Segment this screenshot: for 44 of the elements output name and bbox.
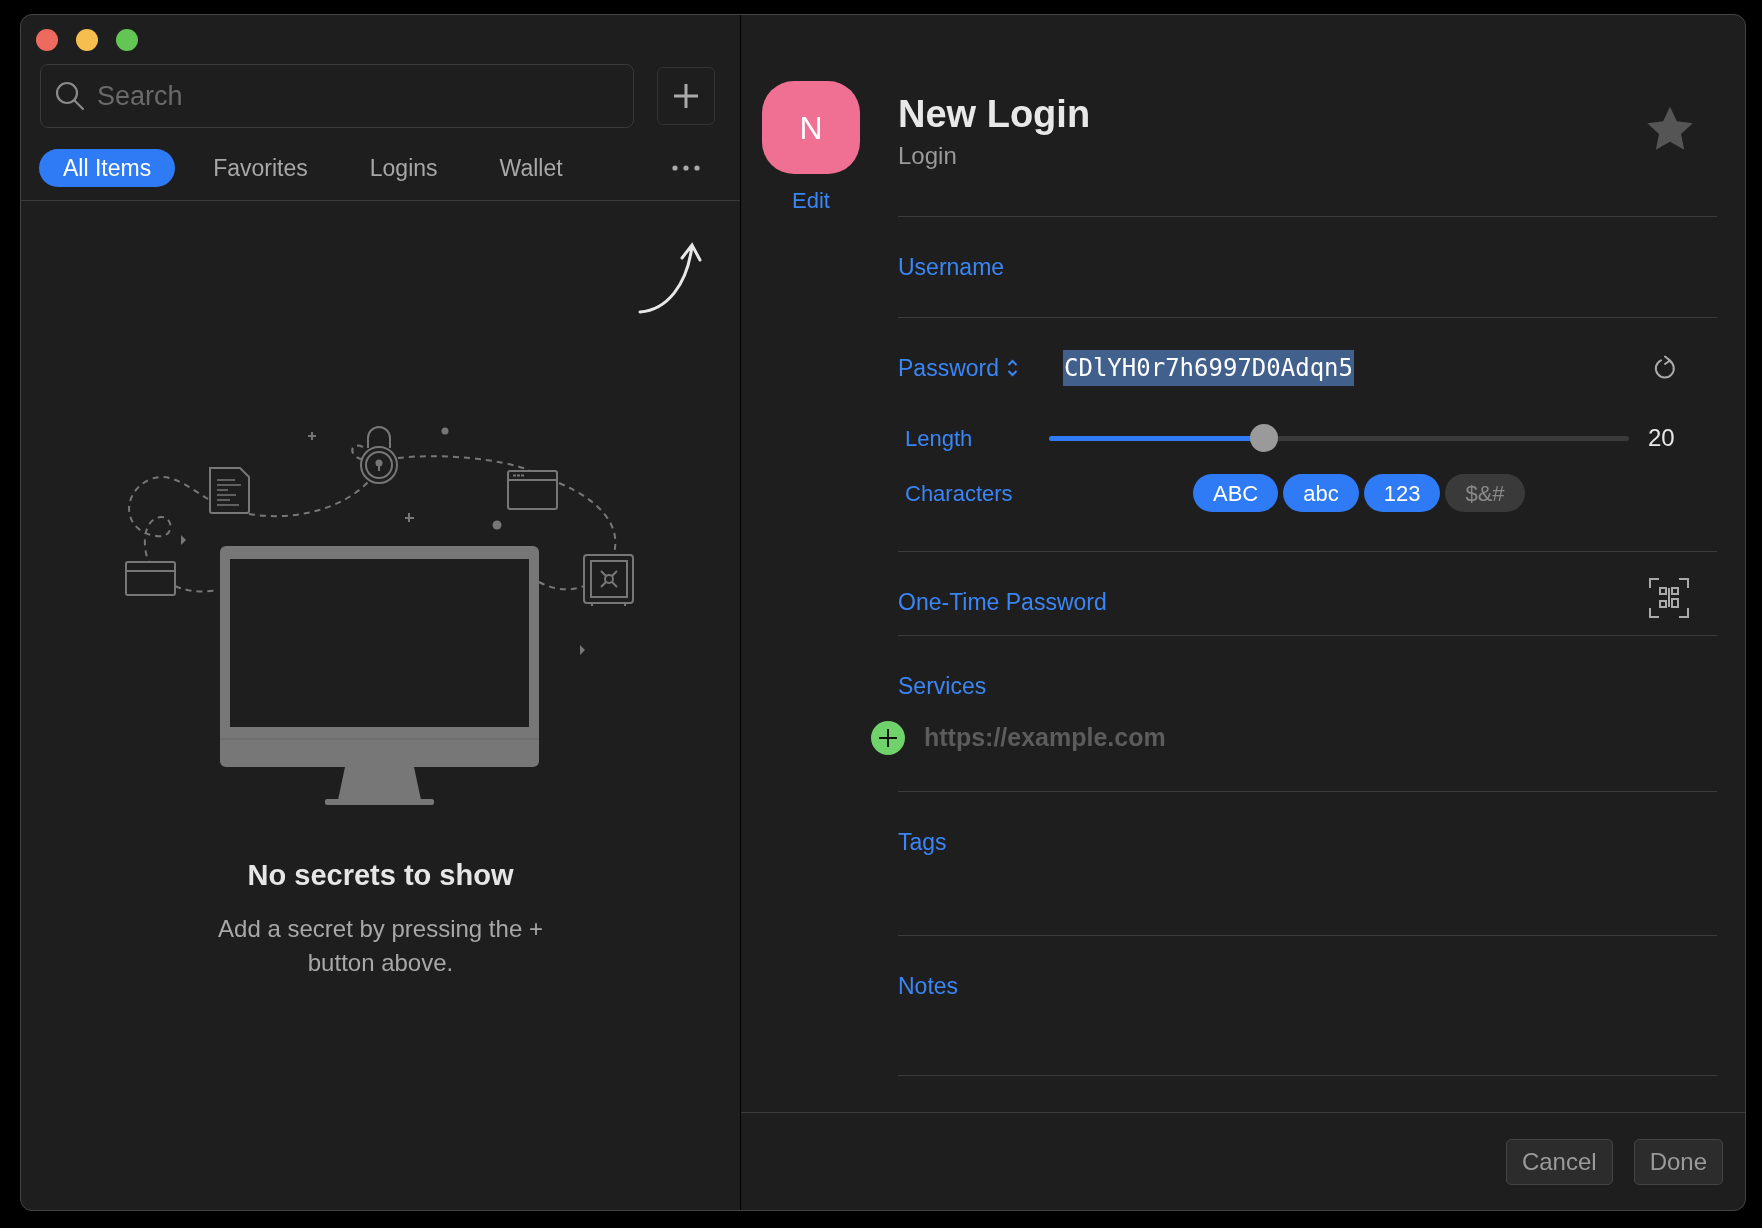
length-value: 20 [1648, 423, 1675, 453]
field-label: Services [898, 671, 987, 701]
avatar-tile: N [762, 81, 860, 174]
qr-code-scan-icon [1649, 578, 1689, 618]
curved-arrow-icon [637, 240, 703, 316]
length-slider[interactable] [1049, 424, 1629, 452]
zoom-button[interactable] [116, 29, 138, 51]
field-label: One-Time Password [898, 587, 1107, 617]
add-icon[interactable] [871, 721, 905, 755]
character-set-toggle[interactable]: ABC [1193, 474, 1279, 512]
filter-tab[interactable]: All Items [39, 149, 176, 187]
empty-state-title: No secrets to show [246, 858, 515, 893]
password-field[interactable]: CDlYH0r7h6997D0Adqn5 [1063, 350, 1354, 386]
scan-qr-button[interactable] [1649, 578, 1689, 618]
up-down-chevron-icon [1007, 359, 1018, 377]
add-button[interactable] [657, 67, 715, 125]
filter-tab[interactable]: Favorites [189, 149, 332, 187]
refresh-icon [1653, 355, 1677, 381]
slider-thumb[interactable] [1249, 424, 1278, 452]
plus-icon [673, 83, 699, 109]
regenerate-button[interactable] [1653, 355, 1677, 381]
empty-state-message: Add a secret by pressing the + button above. [217, 913, 544, 978]
character-set-toggle[interactable]: $&# [1445, 474, 1525, 512]
character-set-toggle[interactable]: abc [1283, 474, 1359, 512]
field-label: Username [898, 252, 1005, 282]
close-button[interactable] [36, 29, 58, 51]
item-type: Login [898, 141, 957, 171]
character-set-toggle[interactable]: 123 [1363, 474, 1441, 512]
field-label: Length [905, 424, 974, 453]
more-icon [672, 165, 700, 171]
minimize-button[interactable] [76, 29, 98, 51]
filter-tab[interactable]: Wallet [475, 149, 587, 187]
url-field[interactable]: https://example.com [924, 719, 1424, 757]
search-field[interactable]: Search [40, 64, 634, 128]
footer-button[interactable]: Done [1633, 1138, 1723, 1185]
search-icon [54, 80, 86, 112]
password-type-selector[interactable]: Password [898, 350, 1063, 386]
item-title: New Login [898, 92, 1091, 136]
field-label: Tags [898, 827, 947, 857]
edit-link[interactable]: Edit [792, 184, 830, 217]
field-label: Notes [898, 971, 959, 1001]
filter-tab[interactable]: Logins [345, 149, 462, 187]
field-label: Characters [905, 479, 1014, 508]
footer-button[interactable]: Cancel [1505, 1138, 1613, 1185]
